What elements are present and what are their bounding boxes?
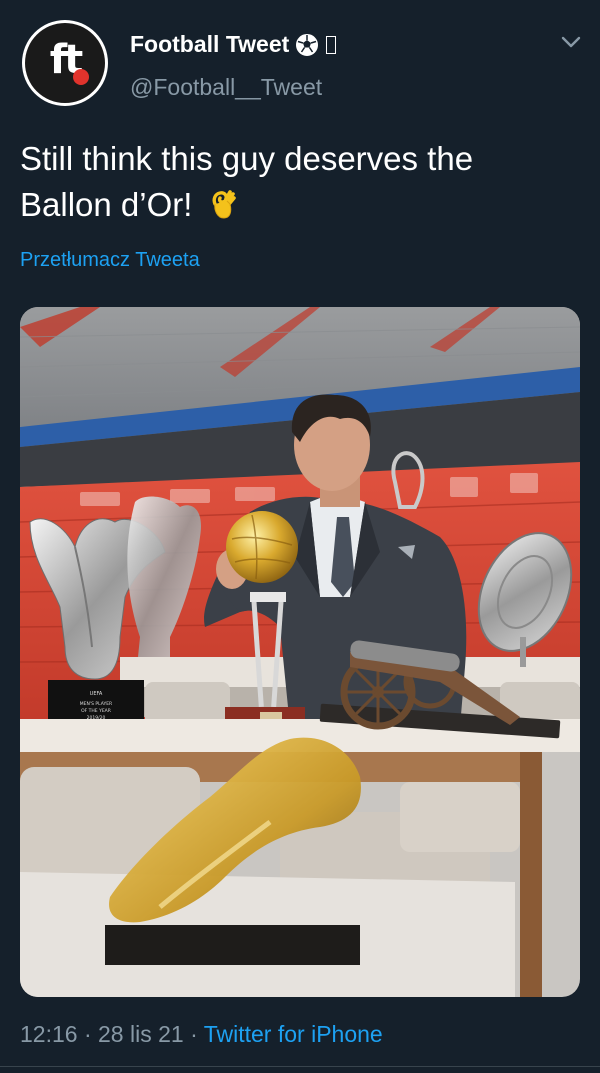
avatar-logo: ft — [25, 23, 105, 103]
tweet-source-link[interactable]: Twitter for iPhone — [204, 1021, 383, 1047]
ok-hand-icon — [212, 190, 236, 219]
avatar[interactable]: ft — [22, 20, 108, 106]
author-name[interactable]: Football Tweet — [130, 31, 289, 58]
svg-text:OF THE YEAR: OF THE YEAR — [81, 708, 111, 714]
tweet-time: 12:16 — [20, 1021, 78, 1047]
chevron-down-icon[interactable] — [560, 34, 582, 50]
author-handle[interactable]: @Football__Tweet — [130, 74, 322, 101]
football-icon — [73, 69, 89, 85]
svg-text:MEN'S PLAYER: MEN'S PLAYER — [80, 701, 112, 707]
photo-illustration: UEFA MEN'S PLAYER OF THE YEAR 2019/20 — [20, 307, 580, 997]
divider — [0, 1066, 600, 1067]
soccer-ball-icon — [296, 33, 319, 56]
translate-tweet-link[interactable]: Przetłumacz Tweeta — [20, 249, 200, 272]
tweet-text-content: Still think this guy deserves the Ballon… — [20, 140, 474, 223]
unsupported-emoji-icon — [326, 35, 337, 54]
meta-separator: · — [83, 1021, 92, 1047]
tweet-card: ft Football Tweet @Football__Tweet Still… — [0, 0, 600, 1073]
tweet-meta: 12:16 · 28 lis 21 · Twitter for iPhone — [20, 1021, 383, 1048]
author-name-row[interactable]: Football Tweet — [130, 31, 337, 58]
meta-separator: · — [190, 1021, 198, 1047]
tweet-text: Still think this guy deserves the Ballon… — [20, 136, 560, 228]
svg-text:UEFA: UEFA — [90, 691, 103, 697]
tweet-date: 28 lis 21 — [98, 1021, 184, 1047]
tweet-photo[interactable]: UEFA MEN'S PLAYER OF THE YEAR 2019/20 — [20, 307, 580, 997]
